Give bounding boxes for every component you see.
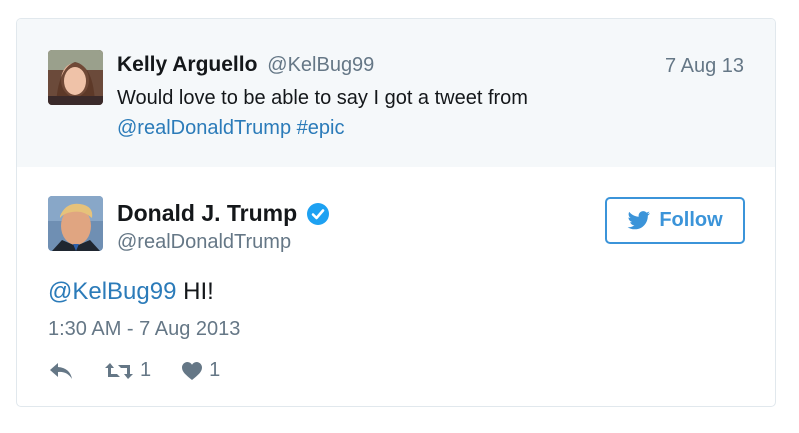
retweet-icon bbox=[105, 362, 133, 379]
parent-author-handle[interactable]: @KelBug99 bbox=[267, 54, 374, 76]
twitter-bird-icon bbox=[627, 210, 651, 229]
main-text-body: HI! bbox=[183, 278, 214, 305]
like-button[interactable]: 1 bbox=[181, 359, 220, 382]
main-mention-link[interactable]: @KelBug99 bbox=[48, 278, 176, 305]
embedded-tweet-card: Kelly Arguello @KelBug99 7 Aug 13 Would … bbox=[16, 18, 776, 407]
parent-hashtag-link[interactable]: #epic bbox=[297, 117, 345, 139]
tweet-timestamp[interactable]: 1:30 AM - 7 Aug 2013 bbox=[48, 318, 240, 341]
heart-icon bbox=[182, 361, 203, 380]
verified-icon bbox=[307, 202, 330, 225]
main-author-name[interactable]: Donald J. Trump bbox=[117, 200, 297, 227]
reply-button[interactable] bbox=[48, 361, 74, 381]
parent-author-name[interactable]: Kelly Arguello bbox=[117, 53, 257, 76]
parent-tweet-text: Would love to be able to say I got a twe… bbox=[117, 83, 617, 143]
retweet-count: 1 bbox=[140, 359, 152, 381]
main-author-handle[interactable]: @realDonaldTrump bbox=[117, 231, 291, 254]
parent-mention-link[interactable]: @realDonaldTrump bbox=[117, 117, 291, 139]
main-author[interactable]: Donald J. Trump bbox=[117, 200, 330, 227]
main-tweet-text: @KelBug99 HI! bbox=[48, 278, 214, 306]
parent-avatar[interactable] bbox=[48, 50, 103, 105]
reply-icon bbox=[50, 362, 72, 379]
follow-button-label: Follow bbox=[659, 209, 723, 231]
retweet-button[interactable]: 1 bbox=[104, 359, 151, 382]
follow-button[interactable]: Follow bbox=[605, 197, 745, 244]
parent-author[interactable]: Kelly Arguello @KelBug99 bbox=[117, 53, 374, 77]
parent-date[interactable]: 7 Aug 13 bbox=[665, 55, 744, 78]
parent-tweet[interactable]: Kelly Arguello @KelBug99 7 Aug 13 Would … bbox=[17, 19, 775, 167]
like-count: 1 bbox=[209, 359, 221, 381]
tweet-actions: 1 1 bbox=[48, 359, 250, 382]
parent-text-body: Would love to be able to say I got a twe… bbox=[117, 87, 528, 109]
main-avatar[interactable] bbox=[48, 196, 103, 251]
